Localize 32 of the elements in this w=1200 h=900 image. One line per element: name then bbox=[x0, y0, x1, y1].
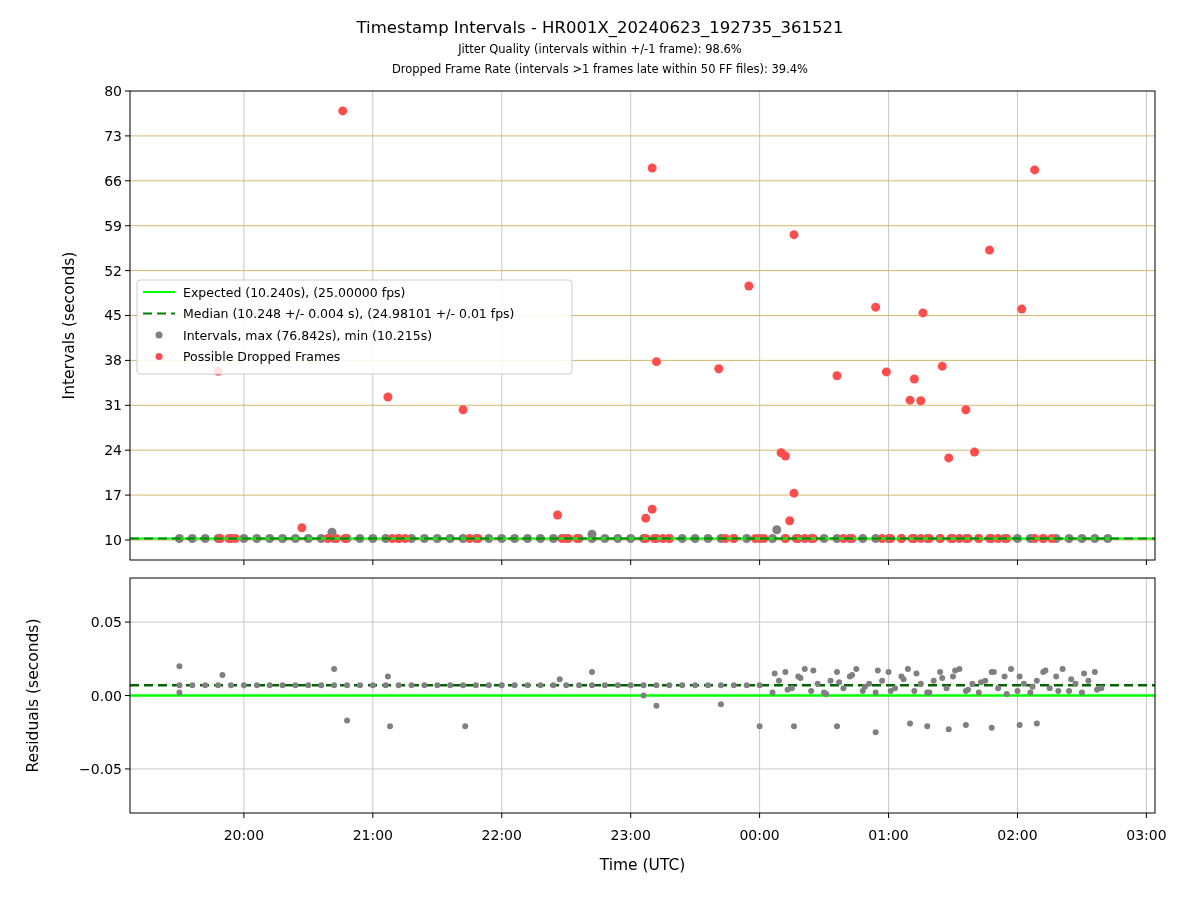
x-tick-label: 22:00 bbox=[481, 827, 522, 843]
y-axis-label: Residuals (seconds) bbox=[24, 618, 42, 773]
y-tick-label: 73 bbox=[104, 127, 122, 144]
x-tick-label: 00:00 bbox=[739, 827, 780, 843]
x-tick-label: 01:00 bbox=[868, 827, 909, 843]
y-tick-label: 66 bbox=[104, 172, 122, 189]
y-tick-label: 24 bbox=[104, 442, 122, 459]
legend-label: Possible Dropped Frames bbox=[183, 349, 341, 364]
x-tick-label: 02:00 bbox=[997, 827, 1038, 843]
x-tick-label: 21:00 bbox=[352, 827, 393, 843]
y-tick-label: 0.00 bbox=[90, 687, 122, 704]
x-tick-label: 03:00 bbox=[1126, 827, 1167, 843]
legend-label: Median (10.248 +/- 0.004 s), (24.98101 +/- 0.01 fps) bbox=[183, 306, 515, 321]
y-tick-label: −0.05 bbox=[79, 760, 122, 777]
legend-label: Expected (10.240s), (25.00000 fps) bbox=[183, 284, 406, 300]
y-tick-label: 31 bbox=[104, 397, 122, 414]
x-axis-label: Time (UTC) bbox=[599, 856, 686, 874]
chart-subtitle: Jitter Quality (intervals within +/-1 frame): 98.6% bbox=[458, 41, 742, 58]
x-tick-label: 20:00 bbox=[223, 827, 265, 843]
y-tick-label: 38 bbox=[104, 352, 122, 369]
chart-subtitle: Dropped Frame Rate (intervals >1 frames late within 50 FF files): 39.4% bbox=[391, 61, 809, 78]
y-axis-label: Intervals (seconds) bbox=[60, 251, 78, 400]
legend-label: Intervals, max (76.842s), min (10.215s) bbox=[183, 327, 433, 343]
y-tick-label: 59 bbox=[104, 217, 122, 234]
y-tick-label: 17 bbox=[104, 487, 122, 504]
y-tick-label: 80 bbox=[104, 83, 122, 99]
y-tick-label: 52 bbox=[104, 262, 122, 279]
x-tick-label: 23:00 bbox=[610, 827, 651, 843]
y-tick-label: 45 bbox=[104, 307, 122, 324]
chart-title: Timestamp Intervals - HR001X_20240623_192735_361521 bbox=[356, 17, 844, 39]
y-tick-label: 0.05 bbox=[90, 614, 122, 631]
y-tick-label: 10 bbox=[104, 532, 122, 548]
